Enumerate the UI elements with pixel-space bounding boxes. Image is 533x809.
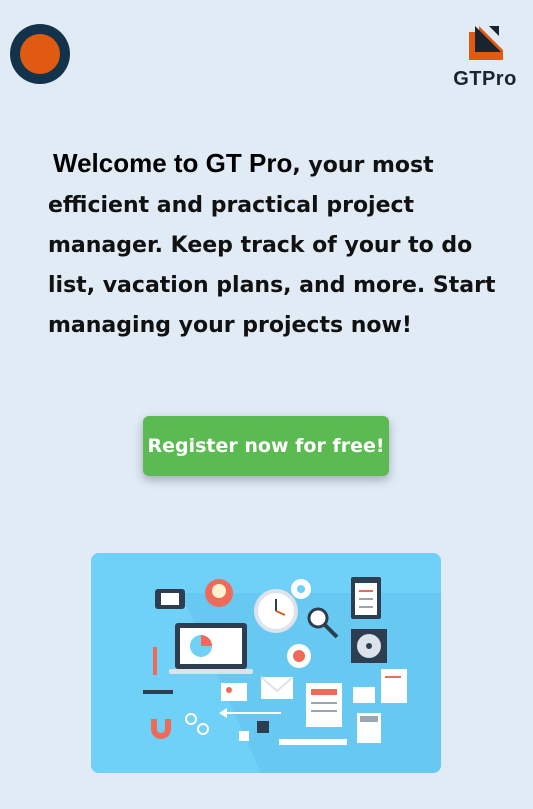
avatar-icon xyxy=(20,34,60,74)
avatar[interactable] xyxy=(10,24,70,84)
intro-body: , your most efficient and practical proj… xyxy=(48,153,496,338)
register-button[interactable]: Register now for free! xyxy=(143,416,389,476)
brand: GTPro xyxy=(450,24,520,91)
office-items-illustration xyxy=(91,553,441,773)
page-title: Welcome to GT Pro xyxy=(53,148,293,178)
brand-name: GTPro xyxy=(453,68,517,90)
gtpro-logo-icon xyxy=(469,26,503,60)
intro-text: Welcome to GT Pro, your most efficient a… xyxy=(48,143,503,346)
hero-illustration xyxy=(91,553,441,773)
